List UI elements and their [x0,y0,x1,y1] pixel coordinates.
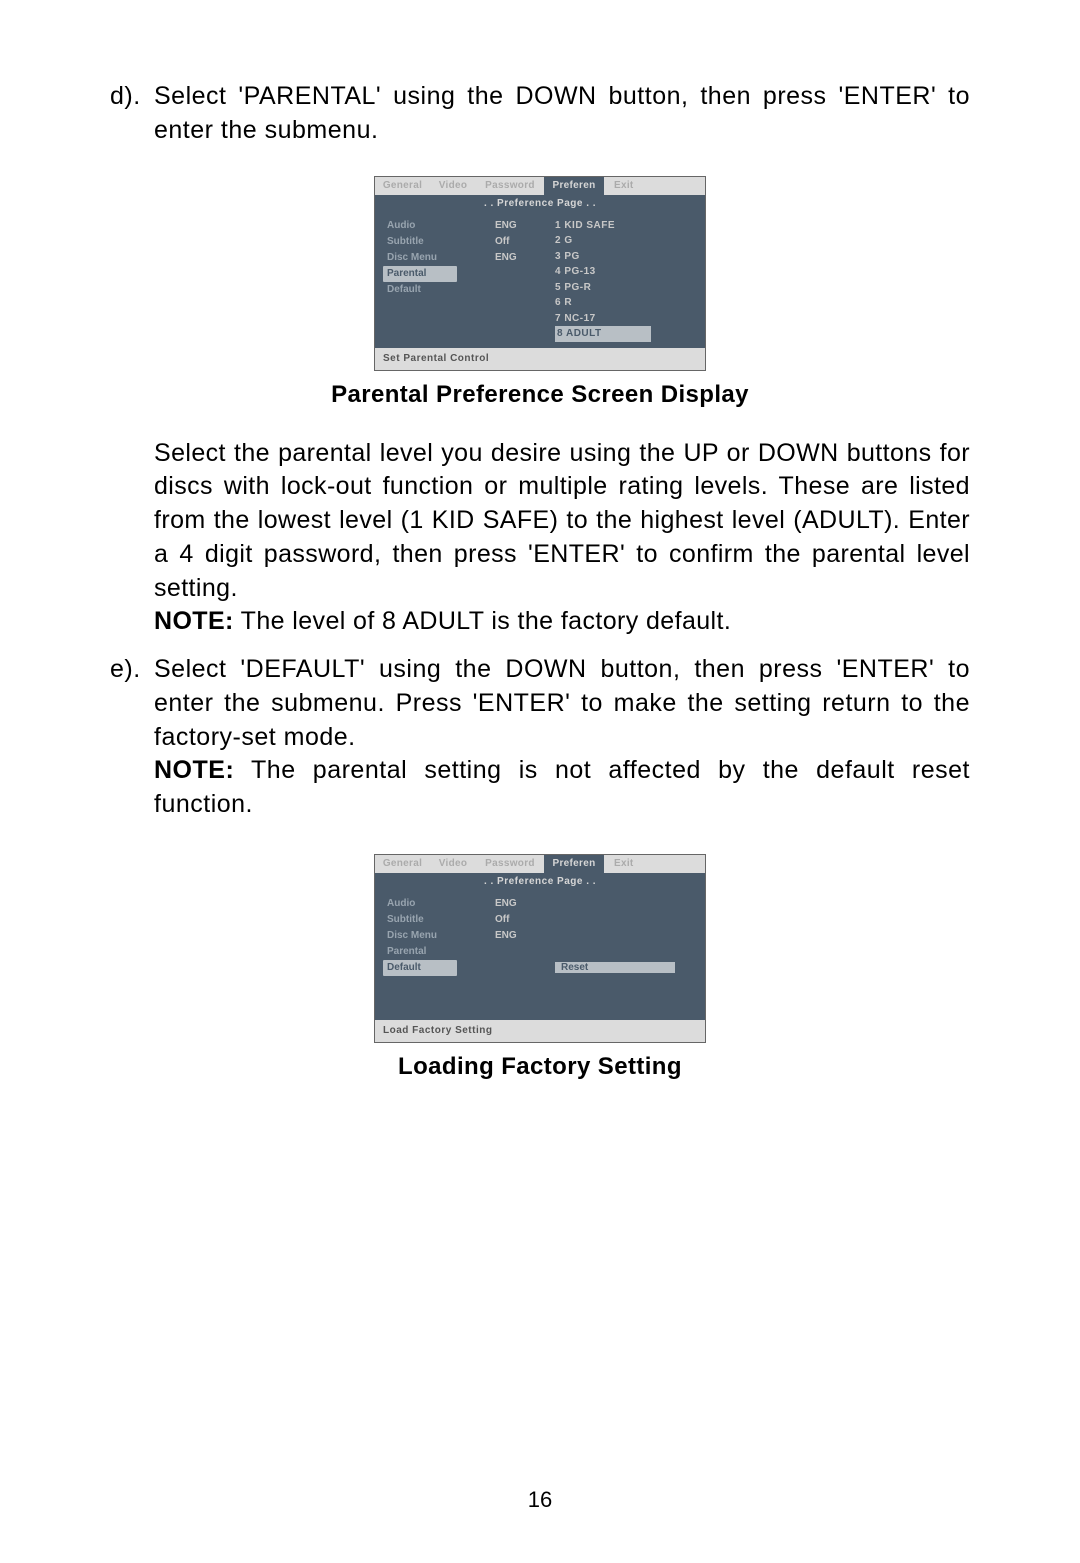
osd-rating: 6 R [555,295,705,311]
note-label: NOTE: [154,607,234,635]
osd-menu-item: Subtitle [383,912,495,928]
note-label: NOTE: [154,756,234,784]
step-d: d). Select 'PARENTAL' using the DOWN but… [110,80,970,148]
osd-menu-item: Audio [383,218,495,234]
step-e-marker: e). [110,653,154,822]
osd-tab-exit: Exit [604,177,705,195]
osd-right-col: Reset [555,890,705,1020]
osd-left-menu: Audio Subtitle Disc Menu Parental Defaul… [375,212,495,348]
osd-mid-value: Off [495,912,555,928]
note-text: The parental setting is not affected by … [154,756,970,818]
step-e: e). Select 'DEFAULT' using the DOWN butt… [110,653,970,822]
figure-2-wrap: General Video Password Preferen Exit . .… [110,854,970,1043]
osd-tab-row: General Video Password Preferen Exit [375,855,705,873]
osd-reset-selected: Reset [555,962,675,973]
step-e-body: Select 'DEFAULT' using the DOWN button, … [154,653,970,822]
osd-title: . . Preference Page . . [375,195,705,212]
osd-tab-exit: Exit [604,855,705,873]
osd-mid-values: ENG Off ENG [495,890,555,1020]
osd-tab-row: General Video Password Preferen Exit [375,177,705,195]
osd-menu-item-selected: Default [383,960,457,976]
osd-mid-value: ENG [495,250,555,266]
osd-rating: 7 NC-17 [555,311,705,327]
osd-tab-password: Password [476,177,544,195]
osd-mid-value: ENG [495,218,555,234]
osd-menu-item: Audio [383,896,495,912]
figure-default-osd: General Video Password Preferen Exit . .… [374,854,706,1043]
osd-mid-value: ENG [495,896,555,912]
osd-menu-item: Parental [383,944,495,960]
osd-menu-item: Disc Menu [383,250,495,266]
osd-footer: Load Factory Setting [375,1020,705,1042]
page-number: 16 [0,1487,1080,1513]
body-para-1-text: Select the parental level you desire usi… [154,439,970,602]
osd-menu-item-selected: Parental [383,266,457,282]
osd-tab-preference: Preferen [544,855,604,873]
osd-menu-item: Subtitle [383,234,495,250]
osd-rating: 2 G [555,233,705,249]
osd-menu-item: Disc Menu [383,928,495,944]
note-text: The level of 8 ADULT is the factory defa… [234,607,731,635]
osd-menu-item: Default [383,282,495,298]
step-e-text: Select 'DEFAULT' using the DOWN button, … [154,655,970,751]
figure-2-caption: Loading Factory Setting [110,1053,970,1081]
osd-tab-general: General [375,177,430,195]
osd-rating: 3 PG [555,249,705,265]
osd-mid-value: ENG [495,928,555,944]
osd-ratings-list: 1 KID SAFE 2 G 3 PG 4 PG-13 5 PG-R 6 R 7… [555,212,705,348]
osd-mid-value: Off [495,234,555,250]
osd-tab-preference: Preferen [544,177,604,195]
osd-rating: 4 PG-13 [555,264,705,280]
body-para-1: Select the parental level you desire usi… [154,437,970,640]
osd-title: . . Preference Page . . [375,873,705,890]
figure-1-wrap: General Video Password Preferen Exit . .… [110,176,970,371]
osd-rating: 1 KID SAFE [555,218,705,234]
figure-1-caption: Parental Preference Screen Display [110,381,970,409]
osd-body: Audio Subtitle Disc Menu Parental Defaul… [375,890,705,1020]
osd-footer: Set Parental Control [375,348,705,370]
osd-tab-password: Password [476,855,544,873]
osd-tab-general: General [375,855,430,873]
osd-tab-video: Video [430,177,476,195]
step-d-marker: d). [110,80,154,148]
step-d-text: Select 'PARENTAL' using the DOWN button,… [154,80,970,148]
osd-rating: 5 PG-R [555,280,705,296]
osd-mid-values: ENG Off ENG [495,212,555,348]
osd-left-menu: Audio Subtitle Disc Menu Parental Defaul… [375,890,495,1020]
figure-parental-osd: General Video Password Preferen Exit . .… [374,176,706,371]
osd-rating-selected: 8 ADULT [555,326,651,342]
osd-tab-video: Video [430,855,476,873]
osd-body: Audio Subtitle Disc Menu Parental Defaul… [375,212,705,348]
